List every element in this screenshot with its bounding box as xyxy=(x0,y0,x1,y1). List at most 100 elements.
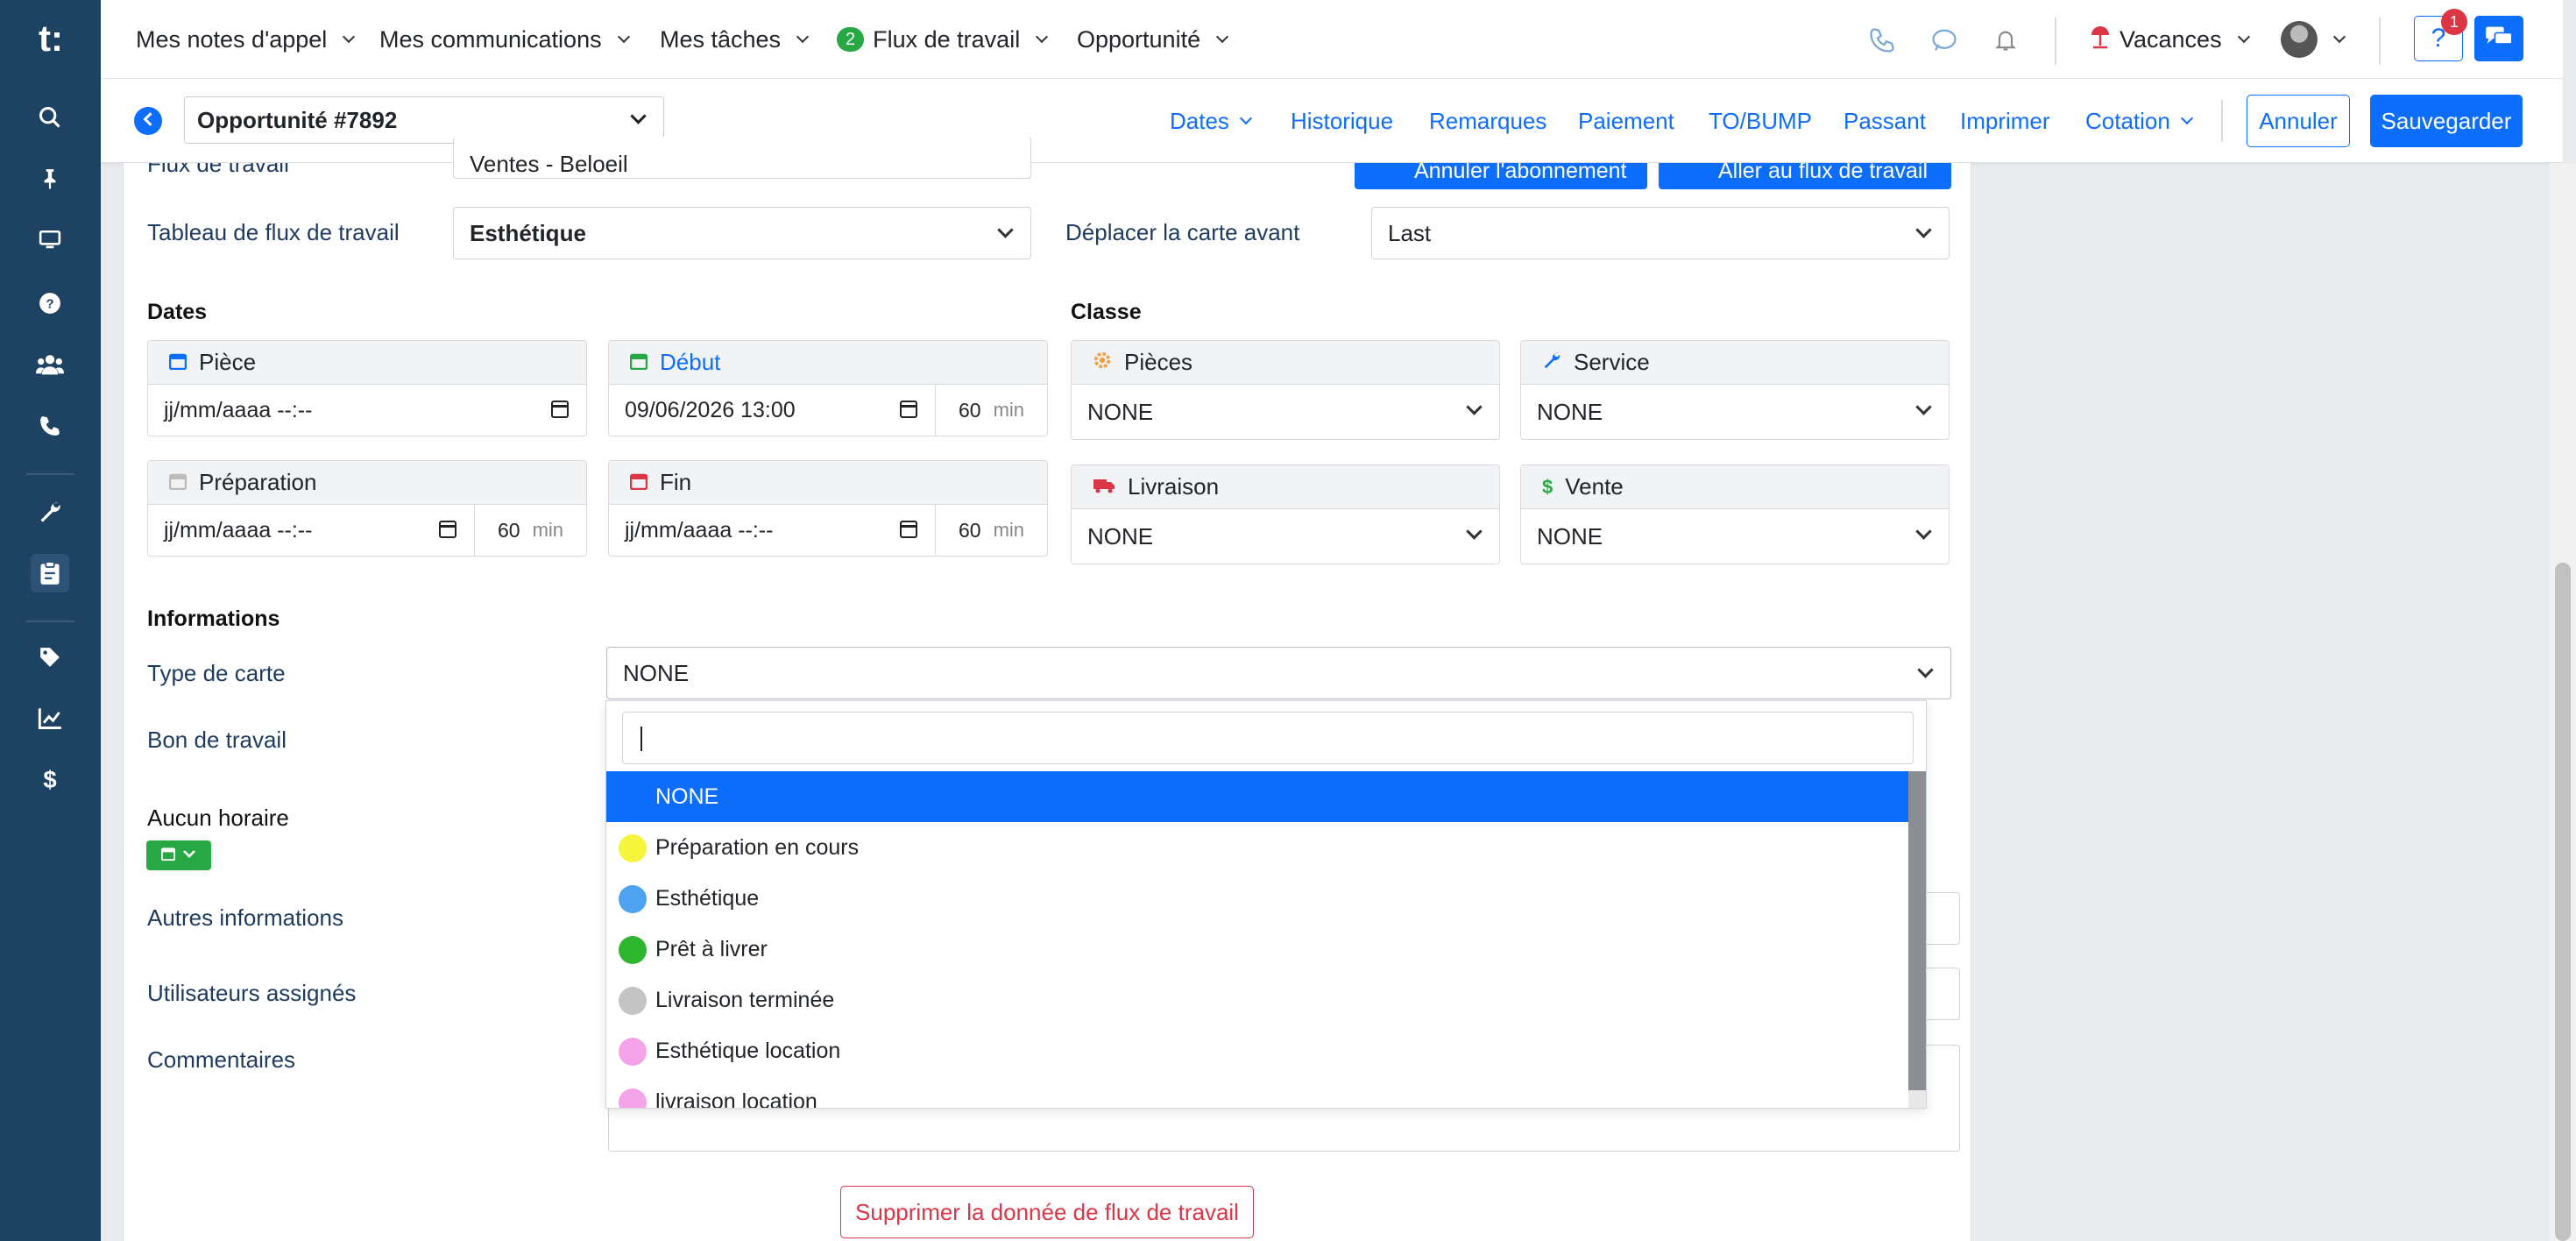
link-to-bump[interactable]: TO/BUMP xyxy=(1709,79,1812,163)
page-scrollbar-thumb[interactable] xyxy=(2555,563,2571,1241)
schedule-toggle-button[interactable] xyxy=(146,840,211,870)
workflow-select[interactable]: Ventes - Beloeil xyxy=(453,137,1031,179)
app-logo[interactable]: t: xyxy=(26,14,75,63)
fin-date-input[interactable]: jj/mm/aaaa --:-- xyxy=(609,505,935,556)
bell-icon[interactable] xyxy=(1990,25,2021,56)
piece-date-input[interactable]: jj/mm/aaaa --:-- xyxy=(148,385,586,436)
wrench-icon[interactable] xyxy=(31,493,69,531)
fin-minutes-input[interactable]: 60 min xyxy=(935,505,1047,556)
dropdown-option[interactable]: Esthétique xyxy=(606,873,1926,924)
page-scrollbar[interactable] xyxy=(2550,163,2576,1241)
sidebar-separator xyxy=(26,620,74,622)
dropdown-option[interactable]: Préparation en cours xyxy=(606,822,1926,873)
tag-icon[interactable] xyxy=(31,638,69,677)
calendar-icon xyxy=(629,469,648,496)
top-navbar: Mes notes d'appel Mes communications Mes… xyxy=(101,0,2563,79)
link-payment[interactable]: Paiement xyxy=(1578,79,1674,163)
color-dot xyxy=(619,1038,647,1066)
class-card-pieces: Pièces NONE xyxy=(1071,340,1500,440)
delete-workflow-data-button[interactable]: Supprimer la donnée de flux de travail xyxy=(840,1186,1254,1238)
phone-icon[interactable] xyxy=(31,407,69,445)
dropdown-search-input[interactable] xyxy=(622,712,1914,764)
avatar xyxy=(2281,21,2318,58)
livraison-select[interactable]: NONE xyxy=(1072,509,1499,564)
truck-icon xyxy=(1093,473,1115,500)
link-remarks[interactable]: Remarques xyxy=(1429,79,1546,163)
nav-call-notes[interactable]: Mes notes d'appel xyxy=(136,0,356,79)
service-select[interactable]: NONE xyxy=(1521,385,1949,439)
save-button[interactable]: Sauvegarder xyxy=(2370,95,2523,147)
dollar-icon[interactable]: $ xyxy=(31,761,69,799)
dollar-icon: $ xyxy=(1542,475,1553,498)
dropdown-scrollbar[interactable] xyxy=(1908,771,1926,1108)
calendar-icon[interactable] xyxy=(551,401,569,418)
calendar-icon[interactable] xyxy=(900,521,917,538)
chevron-down-icon xyxy=(796,30,810,44)
monitor-icon[interactable] xyxy=(31,221,69,259)
help-circle-icon[interactable]: ? xyxy=(31,284,69,323)
chart-line-icon[interactable] xyxy=(31,699,69,738)
chevron-down-icon xyxy=(1036,30,1049,44)
classe-title: Classe xyxy=(1071,300,1142,324)
board-label: Tableau de flux de travail xyxy=(147,219,400,245)
chat-icon[interactable] xyxy=(1928,25,1960,56)
text-caret xyxy=(640,727,642,751)
dropdown-option[interactable]: Livraison terminée xyxy=(606,975,1926,1025)
dropdown-option[interactable]: livraison location xyxy=(606,1076,1926,1108)
link-print[interactable]: Imprimer xyxy=(1960,79,2050,163)
chevron-left-icon xyxy=(142,111,154,131)
nav-tasks[interactable]: Mes tâches xyxy=(660,0,810,79)
back-button[interactable] xyxy=(134,107,162,135)
link-history[interactable]: Historique xyxy=(1291,79,1393,163)
gear-icon xyxy=(1093,349,1112,376)
calendar-icon[interactable] xyxy=(439,521,456,538)
calendar-icon[interactable] xyxy=(900,401,917,418)
vente-select[interactable]: NONE xyxy=(1521,509,1949,564)
cancel-subscription-button[interactable]: Annuler l'abonnement xyxy=(1355,163,1647,189)
dropdown-options: NONE Préparation en cours Esthétique Prê… xyxy=(606,771,1926,1108)
cancel-button[interactable]: Annuler xyxy=(2247,95,2350,147)
pin-icon[interactable] xyxy=(31,160,69,198)
move-card-select[interactable]: Last xyxy=(1371,207,1950,259)
svg-text:?: ? xyxy=(46,296,53,311)
calendar-icon xyxy=(160,847,176,865)
vacation-menu[interactable]: Vacances xyxy=(2090,0,2250,79)
chevron-down-icon xyxy=(997,222,1014,238)
nav-opportunity[interactable]: Opportunité xyxy=(1077,0,1229,79)
class-card-vente: $ Vente NONE xyxy=(1520,464,1950,564)
date-card-piece: Pièce jj/mm/aaaa --:-- xyxy=(147,340,587,436)
chevron-down-icon xyxy=(617,30,630,44)
search-icon[interactable] xyxy=(31,98,69,137)
link-quote[interactable]: Cotation xyxy=(2085,79,2193,163)
phone-icon[interactable] xyxy=(1866,25,1898,56)
class-card-livraison: Livraison NONE xyxy=(1071,464,1500,564)
dropdown-scrollbar-thumb[interactable] xyxy=(1908,771,1926,1090)
dropdown-option[interactable]: NONE xyxy=(606,771,1926,822)
chevron-down-icon xyxy=(630,108,647,124)
preparation-date-input[interactable]: jj/mm/aaaa --:-- xyxy=(148,505,474,556)
preparation-minutes-input[interactable]: 60 min xyxy=(474,505,586,556)
help-notification-badge: 1 xyxy=(2441,9,2467,35)
card-type-select[interactable]: NONE xyxy=(606,647,1951,699)
calendar-icon xyxy=(168,349,188,376)
chevron-down-icon xyxy=(1915,222,1932,238)
users-icon[interactable] xyxy=(31,345,69,384)
calendar-icon xyxy=(168,469,188,496)
debut-date-input[interactable]: 09/06/2026 13:00 xyxy=(609,385,935,436)
link-passant[interactable]: Passant xyxy=(1844,79,1926,163)
nav-communications[interactable]: Mes communications xyxy=(379,0,630,79)
pieces-select[interactable]: NONE xyxy=(1072,385,1499,439)
debut-minutes-input[interactable]: 60 min xyxy=(935,385,1047,436)
workflow-label: Flux de travail xyxy=(147,151,289,177)
comments-icon xyxy=(2485,25,2513,53)
clipboard-icon[interactable] xyxy=(31,554,69,592)
go-to-workflow-button[interactable]: Aller au flux de travail xyxy=(1659,163,1951,189)
link-dates[interactable]: Dates xyxy=(1170,79,1252,163)
board-select[interactable]: Esthétique xyxy=(453,207,1031,259)
dropdown-option[interactable]: Prêt à livrer xyxy=(606,924,1926,975)
user-menu[interactable] xyxy=(2281,0,2346,79)
nav-workflow[interactable]: 2 Flux de travail xyxy=(837,0,1049,79)
dropdown-option[interactable]: Esthétique location xyxy=(606,1025,1926,1076)
messages-button[interactable] xyxy=(2474,16,2523,61)
chevron-down-icon xyxy=(1466,399,1483,415)
